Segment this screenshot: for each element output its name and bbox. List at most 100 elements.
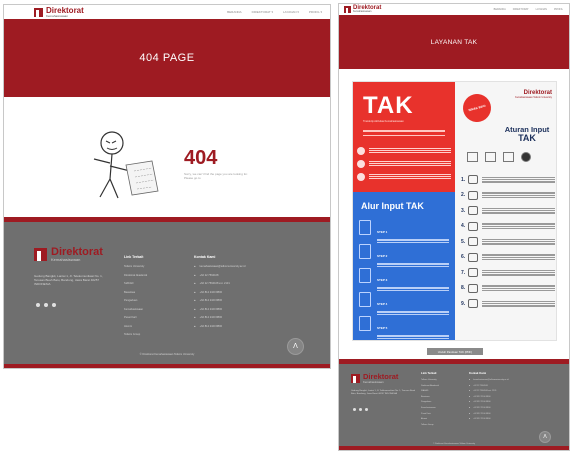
document-icon [485, 152, 496, 162]
footer-link[interactable]: Beasiswa [124, 291, 147, 294]
footer-copyright: © Direktorat Kemahasiswaan Telkom Univer… [432, 443, 476, 445]
flow-step: STEP 1 [359, 220, 449, 244]
footer-links-heading: Link Terkait [124, 255, 144, 259]
nav-item-layanan[interactable]: LAYANAN ▾ [283, 10, 299, 14]
logo-mark-icon [351, 373, 360, 383]
page-banner: LAYANAN TAK [339, 15, 569, 69]
rule-icon [468, 252, 478, 262]
scroll-to-top-button[interactable]: Λ [539, 431, 551, 443]
instagram-icon[interactable] [44, 303, 48, 307]
error-body: 404 Sorry, we can't find the page you ar… [4, 97, 330, 217]
contact-email[interactable]: kemahasiswaan@telkomuniversity.ac.id [469, 379, 508, 381]
site-logo[interactable]: Direktorat Kemahasiswaan [344, 5, 381, 14]
footer-link[interactable]: Telkom University [421, 379, 439, 381]
poster-badge: SIMAK INFO [459, 90, 495, 126]
contact-email[interactable]: kemahasiswaan@telkomuniversity.ac.id [194, 265, 246, 268]
poster-title: TAK [363, 92, 414, 119]
download-guide-button[interactable]: Unduh Panduan TAK (PDF) [427, 348, 483, 355]
nav-item-beranda[interactable]: BERANDA [227, 10, 242, 14]
youtube-icon[interactable] [353, 408, 356, 411]
poster-brand-subtitle: Kemahasiswaan Telkom University [515, 96, 552, 99]
contact-phone[interactable]: +62 812 2100 8800 [194, 291, 245, 294]
contact-phone[interactable]: +62 812 2100 8800 [469, 396, 509, 398]
footer-link[interactable]: Telkom University [124, 265, 147, 268]
rule-item: 5. [461, 234, 555, 250]
step-label: STEP 2 [377, 254, 388, 258]
site-footer: Direktorat Kemahasiswaan Gedung Bangkit,… [339, 359, 569, 450]
footer-link[interactable]: SIAKAD [124, 282, 147, 285]
footer-link[interactable]: Kemahasiswaan [421, 407, 439, 409]
contact-phone[interactable]: +62 812 2100 8800 [469, 407, 509, 409]
footer-link[interactable]: Direktorat Akademik [421, 385, 439, 387]
contact-phone[interactable]: +62 22 7564108 ext. 2131 [469, 390, 509, 392]
document-icon [359, 220, 371, 235]
nav-item-direktorat[interactable]: DIREKTORAT ▾ [252, 10, 273, 14]
info-icon [357, 146, 365, 155]
footer-logo[interactable]: Direktorat Kemahasiswaan [34, 247, 103, 262]
screenshot-layanan-tak: Direktorat Kemahasiswaan BERANDA DIREKTO… [338, 3, 570, 451]
nav-item-direktorat[interactable]: DIREKTORAT [513, 8, 529, 11]
footer-link[interactable]: Telkom Group [421, 424, 439, 426]
logo-subtitle: Kemahasiswaan [46, 13, 69, 18]
document-icon [359, 268, 371, 283]
contact-phone[interactable]: +62 812 2100 8800 [469, 418, 509, 420]
contact-phone[interactable]: +62 22 7564108 [194, 274, 245, 277]
page-banner: 404 PAGE [4, 19, 330, 97]
social-links [36, 303, 60, 307]
youtube-icon[interactable] [36, 303, 40, 307]
footer-logo[interactable]: Direktorat Kemahasiswaan [351, 373, 398, 383]
nav-item-layanan[interactable]: LAYANAN [536, 8, 547, 11]
rule-icon [468, 175, 478, 185]
rule-number: 8. [461, 285, 466, 292]
tak-infographic: TAK Transkrip Aktivitas Kemahasiswaan Al… [352, 81, 557, 341]
footer-link[interactable]: Telkom Group [124, 333, 147, 336]
rage-comic-illustration [93, 131, 159, 199]
rule-number: 2. [461, 192, 466, 199]
nav-item-beranda[interactable]: BERANDA [494, 8, 506, 11]
footer-link[interactable]: SIAKAD [421, 390, 439, 392]
contact-phone[interactable]: +62 812 2100 8800 [194, 308, 245, 311]
poster-intro-text [363, 130, 445, 139]
tiktok-icon[interactable] [52, 303, 56, 307]
document-icon [467, 152, 478, 162]
footer-link[interactable]: Pusat Karir [124, 316, 147, 319]
rule-item: 3. [461, 203, 555, 219]
site-logo[interactable]: Direktorat Kemahasiswaan [34, 6, 84, 18]
rule-icon [468, 206, 478, 216]
footer-link[interactable]: Kemahasiswaan [124, 308, 147, 311]
nav-item-profil[interactable]: PROFIL ▾ [309, 10, 322, 14]
rule-number: 3. [461, 207, 466, 214]
instagram-icon[interactable] [359, 408, 362, 411]
site-footer: Direktorat Kemahasiswaan Gedung Bangkit,… [4, 217, 330, 368]
document-icon [359, 292, 371, 307]
contact-phone[interactable]: +62 812 2100 8800 [194, 316, 245, 319]
footer-link[interactable]: Alumni [421, 418, 439, 420]
flow-step: STEP 3 [359, 268, 449, 292]
rule-item: 7. [461, 265, 555, 281]
footer-link[interactable]: Pengaduan [421, 401, 439, 403]
circle-icon [521, 152, 531, 162]
nav-item-profil[interactable]: PROFIL [554, 8, 563, 11]
footer-link[interactable]: Pusat Karir [421, 413, 439, 415]
rule-number: 5. [461, 238, 466, 245]
contact-phone[interactable]: +62 812 2100 8800 [194, 325, 245, 328]
contact-phone[interactable]: +62 22 7564108 [469, 385, 509, 387]
poster-right-panel: SIMAK INFO Direktorat Kemahasiswaan Telk… [455, 82, 556, 340]
contact-phone[interactable]: +62 812 2100 8800 [194, 299, 245, 302]
rule-icon [468, 283, 478, 293]
tiktok-icon[interactable] [365, 408, 368, 411]
contact-phone[interactable]: +62 812 2100 8800 [469, 413, 509, 415]
contact-phone[interactable]: +62 812 2100 8800 [469, 401, 509, 403]
rule-item: 4. [461, 219, 555, 235]
footer-link[interactable]: Direktorat Akademik [124, 274, 147, 277]
contact-phone[interactable]: +62 22 7564108 ext. 2131 [194, 282, 245, 285]
footer-link[interactable]: Beasiswa [421, 396, 439, 398]
rule-number: 9. [461, 300, 466, 307]
flow-steps: STEP 1 STEP 2 STEP 3 STEP 4 STEP 5 [359, 220, 449, 340]
poster-info-list [357, 144, 451, 183]
footer-logo-subtitle: Kemahasiswaan [51, 257, 81, 262]
footer-link[interactable]: Alumni [124, 325, 147, 328]
list-item [357, 170, 451, 183]
footer-link[interactable]: Pengaduan [124, 299, 147, 302]
main-nav: BERANDA DIREKTORAT LAYANAN PROFIL [487, 8, 563, 11]
